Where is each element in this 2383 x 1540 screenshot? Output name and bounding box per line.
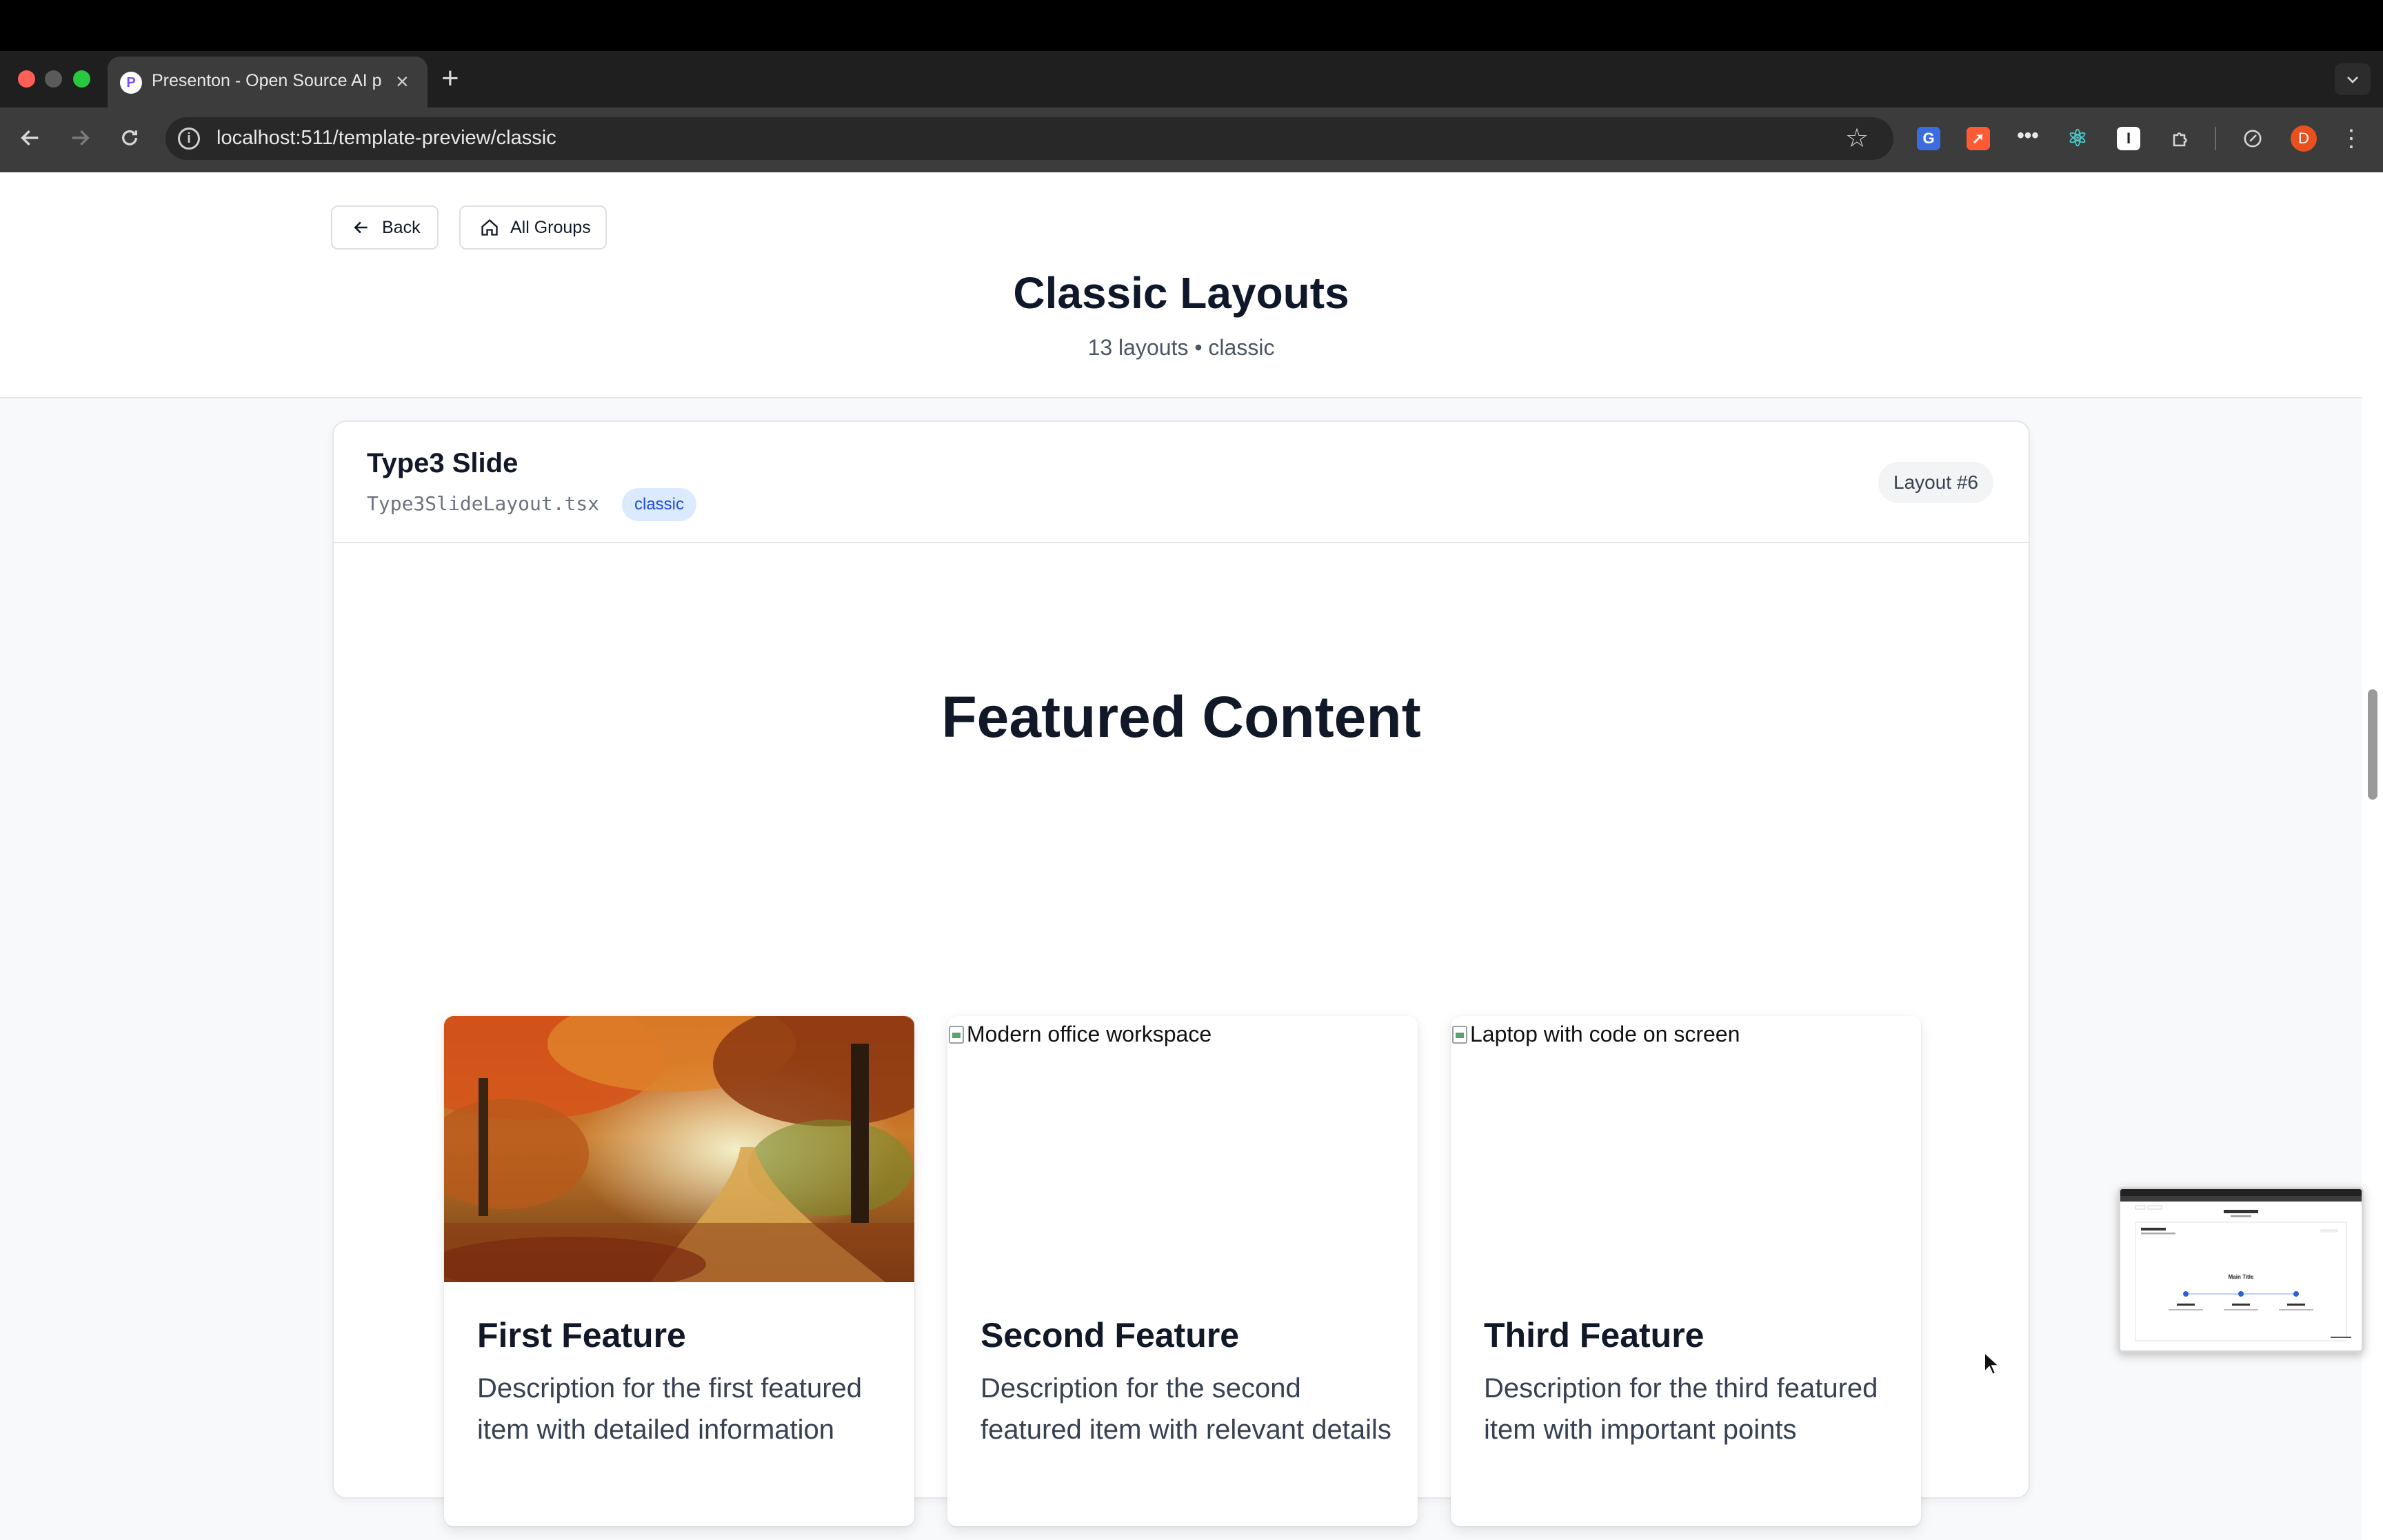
scrollbar-thumb[interactable] [2368,689,2377,800]
feature-title: Second Feature [981,1316,1240,1355]
bookmark-star-icon[interactable]: ☆ [1845,123,1869,154]
page-title: Classic Layouts [1013,268,1349,318]
reload-icon [122,130,137,145]
speed-icon [2244,130,2262,148]
page-header: Back All Groups Classic Layouts 13 layou… [0,172,2362,398]
image-alt-text: Laptop with code on screen [1470,1022,1740,1046]
text-extension-icon[interactable]: I [2117,127,2140,150]
home-icon [479,216,501,239]
site-info-icon[interactable]: i [178,128,200,150]
back-button-label: Back [382,217,421,237]
password-extension-icon[interactable]: ••• [2016,125,2040,150]
react-devtools-icon[interactable]: ⚛ [2066,127,2089,150]
feature-description: Description for the third featured item … [1484,1373,1878,1445]
page-subtitle: 13 layouts • classic [1087,335,1275,360]
close-window-button[interactable] [18,70,35,88]
image-alt-text: Modern office workspace [967,1022,1212,1046]
presenton-favicon-icon: P [120,72,142,94]
layout-card: Type3 Slide Type3SlideLayout.tsx classic… [332,421,2030,1526]
tab-search-button[interactable] [2335,63,2371,95]
zoom-window-button[interactable] [73,70,90,88]
broken-image-icon [949,1025,964,1044]
page-viewport: Back All Groups Classic Layouts 13 layou… [0,172,2362,1540]
translate-extension-icon[interactable]: G [1917,127,1940,150]
browser-forward-button[interactable] [61,119,99,157]
feature-card: Laptop with code on screen Third Feature… [1451,1016,1921,1526]
rocket-extension-icon[interactable]: ➚ [1967,127,1990,150]
all-groups-label: All Groups [510,217,591,237]
puzzle-extensions-icon[interactable] [2169,127,2193,150]
arrow-left-icon [350,216,372,239]
browser-reload-button[interactable] [110,119,149,157]
minimize-window-button[interactable] [45,70,62,88]
page-scrollbar[interactable] [2362,172,2383,1540]
feature-card: First Feature Description for the first … [444,1016,914,1526]
thumbnail-title: Main Title [2229,1274,2254,1280]
new-tab-button[interactable]: + [441,61,459,97]
tab-title: Presenton - Open Source AI p [152,71,382,90]
toolbar-separator [2215,127,2216,150]
feature-card: Modern office workspace Second Feature D… [947,1016,1418,1526]
feature-title: First Feature [477,1316,686,1355]
browser-menu-button[interactable]: ⋮ [2337,121,2365,156]
profile-avatar[interactable]: D [2291,125,2317,152]
thumbnail-image: Main Title [2120,1189,2362,1350]
layout-card-header: Type3 Slide Type3SlideLayout.tsx classic… [334,422,2029,543]
menu-bar-strip [0,0,2383,51]
address-bar[interactable]: i localhost:511/template-preview/classic… [165,117,1893,160]
chevron-down-icon [2347,77,2358,83]
browser-back-button[interactable] [11,119,50,157]
feature-description: Description for the first featured item … [477,1373,863,1445]
slide-title: Featured Content [941,685,1421,749]
feature-description: Description for the second featured item… [981,1373,1391,1445]
browser-tab-active[interactable]: P Presenton - Open Source AI p × [108,57,428,108]
all-groups-button[interactable]: All Groups [459,205,607,250]
arrow-right-icon [72,130,90,146]
layout-group-badge: classic [622,488,697,521]
autumn-forest-image [444,1016,914,1282]
broken-image: Modern office workspace [947,1016,1418,1282]
broken-image-icon [1452,1025,1467,1044]
address-url[interactable]: localhost:511/template-preview/classic [217,127,556,150]
layout-file-name: Type3SlideLayout.tsx [367,492,600,515]
back-button[interactable]: Back [331,205,439,250]
layout-number-badge: Layout #6 [1878,462,1993,503]
arrow-left-icon [21,130,39,146]
tab-close-icon[interactable]: × [396,68,409,95]
mouse-cursor-icon [1984,1351,2001,1376]
performance-icon[interactable] [2241,127,2264,150]
puzzle-icon [2173,132,2187,147]
broken-image: Laptop with code on screen [1451,1016,1921,1282]
screenshot-thumbnail[interactable]: Main Title [2118,1187,2364,1352]
feature-title: Third Feature [1484,1316,1705,1355]
layout-name: Type3 Slide [367,448,519,478]
